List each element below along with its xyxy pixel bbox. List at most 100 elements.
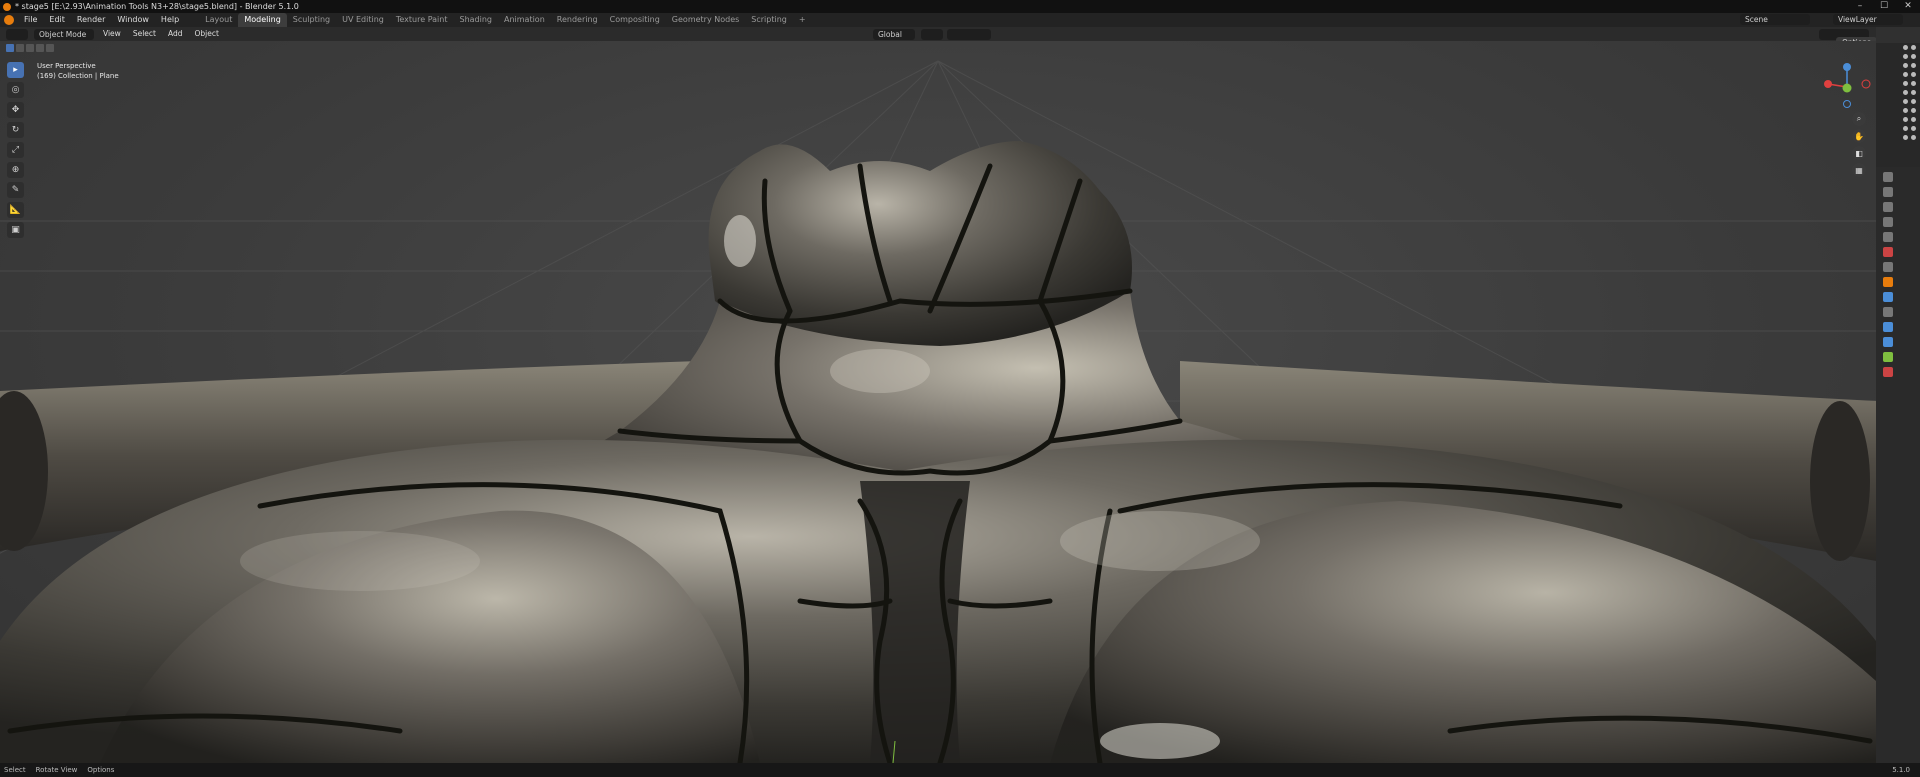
menu-edit[interactable]: Edit: [43, 13, 71, 27]
tool-shelf: ▸ ◎ ✥ ↻ ⤢ ⊕ ✎ 📐 ▣: [7, 62, 24, 238]
transform-orientation-dropdown[interactable]: Global: [873, 28, 915, 40]
camera-icon[interactable]: ◧: [1852, 146, 1866, 160]
select-box-icon[interactable]: ▸: [7, 62, 24, 78]
outliner-row[interactable]: [1876, 88, 1920, 97]
window-controls: – ☐ ✕: [1848, 0, 1920, 13]
select-subtract-icon[interactable]: [26, 44, 34, 52]
scene-props-icon[interactable]: [1883, 232, 1893, 242]
outliner-row[interactable]: [1876, 70, 1920, 79]
rotate-icon[interactable]: ↻: [7, 122, 24, 138]
select-mode-buttons: [6, 44, 54, 52]
annotate-icon[interactable]: ✎: [7, 182, 24, 198]
status-options-hint: Options: [87, 766, 115, 774]
window-title: * stage5 [E:\2.93\Animation Tools N3+28\…: [15, 2, 299, 11]
menu-render[interactable]: Render: [71, 13, 111, 27]
gizmo-x-axis[interactable]: [1824, 80, 1832, 88]
outliner-row[interactable]: [1876, 124, 1920, 133]
select-new-icon[interactable]: [6, 44, 14, 52]
select-extend-icon[interactable]: [16, 44, 24, 52]
outliner-row[interactable]: [1876, 79, 1920, 88]
viewport-info: User Perspective (169) Collection | Plan…: [37, 61, 119, 81]
pan-hand-icon[interactable]: ✋: [1852, 129, 1866, 143]
menu-window[interactable]: Window: [111, 13, 155, 27]
editor-type-button[interactable]: [6, 28, 28, 40]
properties-panel[interactable]: [1876, 167, 1920, 763]
measure-icon[interactable]: 📐: [7, 202, 24, 218]
menu-object[interactable]: Object: [188, 27, 224, 41]
status-bar: Select Rotate View Options 5.1.0: [0, 763, 1920, 777]
mode-dropdown[interactable]: Object Mode: [34, 28, 94, 40]
tab-shading[interactable]: Shading: [453, 13, 498, 27]
move-icon[interactable]: ✥: [7, 102, 24, 118]
tab-scripting[interactable]: Scripting: [745, 13, 793, 27]
pivot-dropdown[interactable]: [921, 28, 943, 40]
status-rotate-hint: Rotate View: [35, 766, 78, 774]
collection-label: (169) Collection | Plane: [37, 72, 119, 80]
scale-icon[interactable]: ⤢: [7, 142, 24, 158]
tab-geometry-nodes[interactable]: Geometry Nodes: [666, 13, 745, 27]
tab-rendering[interactable]: Rendering: [551, 13, 604, 27]
tool-props-icon[interactable]: [1883, 172, 1893, 182]
menu-help[interactable]: Help: [155, 13, 185, 27]
minimize-button[interactable]: –: [1848, 0, 1872, 13]
outliner-row[interactable]: [1876, 106, 1920, 115]
viewport-header: Object Mode View Select Add Object Globa…: [0, 27, 1880, 48]
add-workspace-button[interactable]: +: [793, 13, 812, 27]
outliner-header: [1876, 27, 1920, 43]
tab-uv-editing[interactable]: UV Editing: [336, 13, 390, 27]
top-bar: File Edit Render Window Help Layout Mode…: [0, 13, 1920, 27]
object-props-icon[interactable]: [1883, 277, 1893, 287]
tab-animation[interactable]: Animation: [498, 13, 551, 27]
select-intersect-icon[interactable]: [46, 44, 54, 52]
view-perspective-label: User Perspective: [37, 62, 96, 70]
menu-add[interactable]: Add: [162, 27, 189, 41]
maximize-button[interactable]: ☐: [1872, 0, 1896, 13]
menu-file[interactable]: File: [18, 13, 43, 27]
ortho-grid-icon[interactable]: ▦: [1852, 163, 1866, 177]
tab-sculpting[interactable]: Sculpting: [287, 13, 336, 27]
render-props-icon[interactable]: [1883, 187, 1893, 197]
title-bar: * stage5 [E:\2.93\Animation Tools N3+28\…: [0, 0, 1920, 13]
view-layer-selector[interactable]: ViewLayer: [1833, 14, 1903, 25]
outliner-panel[interactable]: [1876, 27, 1920, 167]
menu-view[interactable]: View: [97, 27, 127, 41]
gizmo-z-axis[interactable]: [1843, 63, 1851, 71]
particles-props-icon[interactable]: [1883, 307, 1893, 317]
proportional-toggle[interactable]: [971, 28, 991, 40]
tab-texture-paint[interactable]: Texture Paint: [390, 13, 454, 27]
outliner-row[interactable]: [1876, 133, 1920, 142]
outliner-row[interactable]: [1876, 61, 1920, 70]
status-select-hint: Select: [4, 766, 26, 774]
data-props-icon[interactable]: [1883, 352, 1893, 362]
constraint-props-icon[interactable]: [1883, 337, 1893, 347]
collection-props-icon[interactable]: [1883, 262, 1893, 272]
cursor-icon[interactable]: ◎: [7, 82, 24, 98]
navigation-gizmo[interactable]: [1822, 62, 1872, 112]
outliner-row[interactable]: [1876, 115, 1920, 124]
menu-select[interactable]: Select: [127, 27, 162, 41]
tab-modeling[interactable]: Modeling: [238, 13, 287, 27]
outliner-row[interactable]: [1876, 52, 1920, 61]
select-invert-icon[interactable]: [36, 44, 44, 52]
blender-logo-icon: [3, 2, 11, 11]
world-props-icon[interactable]: [1883, 247, 1893, 257]
physics-props-icon[interactable]: [1883, 322, 1893, 332]
viewport-nav: ⌕ ✋ ◧ ▦: [1852, 112, 1866, 177]
viewport-scene: [0, 60, 1876, 763]
output-props-icon[interactable]: [1883, 202, 1893, 212]
blender-menu-icon[interactable]: [4, 15, 14, 25]
tab-layout[interactable]: Layout: [199, 13, 238, 27]
zoom-icon[interactable]: ⌕: [1852, 112, 1866, 126]
outliner-row[interactable]: [1876, 97, 1920, 106]
transform-icon[interactable]: ⊕: [7, 162, 24, 178]
material-props-icon[interactable]: [1883, 367, 1893, 377]
add-cube-icon[interactable]: ▣: [7, 222, 24, 238]
view-layer-props-icon[interactable]: [1883, 217, 1893, 227]
outliner-row[interactable]: [1876, 43, 1920, 52]
modifier-props-icon[interactable]: [1883, 292, 1893, 302]
scene-selector[interactable]: Scene: [1740, 14, 1810, 25]
3d-viewport[interactable]: [0, 41, 1876, 763]
close-button[interactable]: ✕: [1896, 0, 1920, 13]
tab-compositing[interactable]: Compositing: [604, 13, 666, 27]
gizmo-y-axis[interactable]: [1842, 83, 1852, 93]
